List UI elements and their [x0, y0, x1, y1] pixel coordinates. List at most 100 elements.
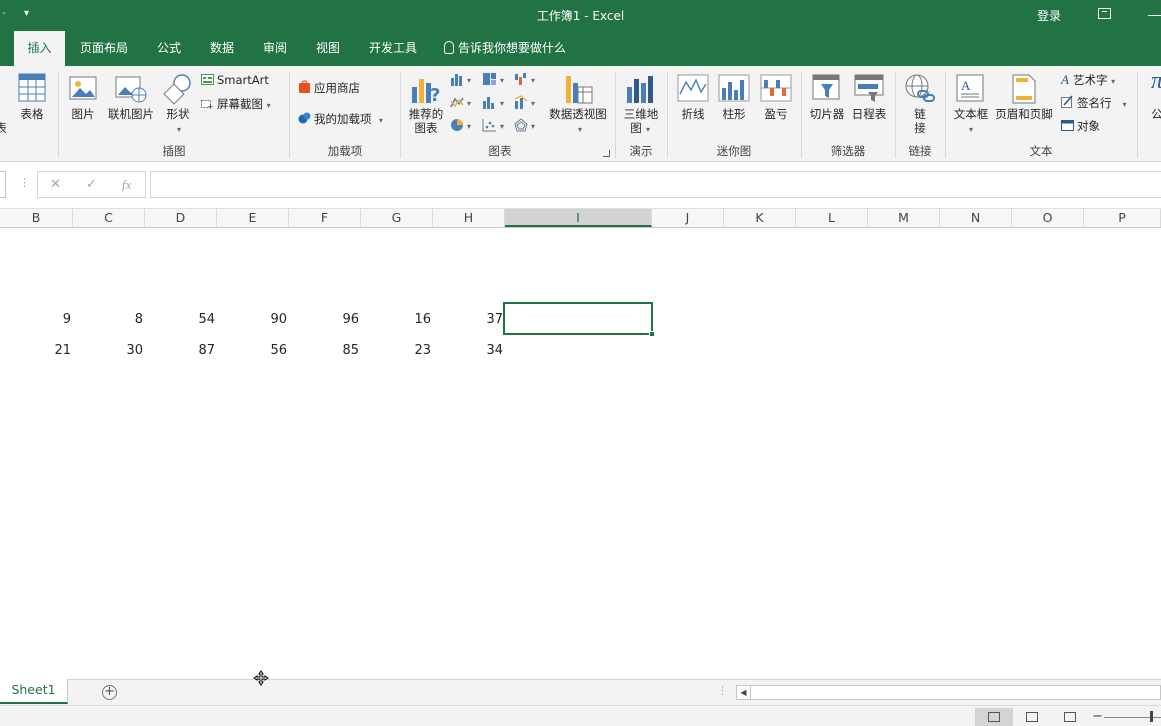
tab-view[interactable]: 视图: [305, 31, 351, 66]
scroll-splitter-icon[interactable]: ⋮: [717, 684, 728, 697]
formula-input[interactable]: [150, 171, 1161, 198]
tab-insert[interactable]: 插入: [14, 31, 65, 66]
column-header-h[interactable]: H: [433, 209, 505, 227]
cell[interactable]: 56: [217, 341, 289, 361]
cell[interactable]: 16: [361, 310, 433, 330]
cell[interactable]: 8: [73, 310, 145, 330]
shapes-dropdown-icon[interactable]: ▾: [174, 123, 184, 137]
cell[interactable]: 85: [289, 341, 361, 361]
page-break-view-button[interactable]: [1051, 708, 1089, 726]
shapes-button[interactable]: 形状: [161, 107, 195, 121]
tab-page-layout[interactable]: 页面布局: [70, 31, 138, 66]
column-header-d[interactable]: D: [145, 209, 217, 227]
tab-developer[interactable]: 开发工具: [360, 31, 426, 66]
textbox-dropdown-icon[interactable]: ▾: [966, 123, 976, 137]
column-chart-icon[interactable]: ▾: [450, 72, 478, 86]
fill-handle[interactable]: [649, 331, 655, 337]
sparkline-line-button[interactable]: 折线: [675, 107, 711, 121]
timeline-button[interactable]: 日程表: [849, 107, 889, 121]
recommended-charts-line1[interactable]: 推荐的: [405, 107, 447, 121]
header-footer-button[interactable]: 页眉和页脚: [992, 107, 1056, 121]
column-header-p[interactable]: P: [1084, 209, 1161, 227]
pie-chart-icon[interactable]: ▾: [450, 118, 478, 132]
column-header-c[interactable]: C: [73, 209, 145, 227]
recommended-charts-line2[interactable]: 图表: [405, 121, 447, 135]
object-button[interactable]: 对象: [1061, 118, 1100, 134]
selected-cell[interactable]: [503, 302, 655, 337]
insert-function-icon[interactable]: fx: [122, 177, 131, 193]
scroll-left-icon[interactable]: ◀: [737, 686, 751, 699]
scatter-chart-icon[interactable]: ▾: [482, 118, 510, 132]
column-header-l[interactable]: L: [796, 209, 868, 227]
zoom-out-icon[interactable]: −: [1092, 709, 1103, 724]
normal-view-button[interactable]: [975, 708, 1013, 726]
sparkline-winloss-button[interactable]: 盈亏: [758, 107, 794, 121]
hierarchy-chart-icon[interactable]: ▾: [482, 72, 510, 86]
page-layout-view-button[interactable]: [1013, 708, 1051, 726]
column-header-o[interactable]: O: [1012, 209, 1084, 227]
3d-map-line1[interactable]: 三维地: [621, 107, 661, 121]
waterfall-chart-icon[interactable]: ▾: [514, 72, 542, 86]
cell[interactable]: 87: [145, 341, 217, 361]
column-header-n[interactable]: N: [940, 209, 1012, 227]
column-header-m[interactable]: M: [868, 209, 940, 227]
login-button[interactable]: 登录: [1037, 7, 1061, 24]
tab-review[interactable]: 审阅: [252, 31, 298, 66]
picture-button[interactable]: 图片: [67, 107, 99, 121]
link-line2[interactable]: 接: [910, 121, 930, 135]
smartart-button[interactable]: SmartArt: [201, 73, 269, 87]
column-header-k[interactable]: K: [724, 209, 796, 227]
add-sheet-icon[interactable]: +: [102, 685, 117, 700]
cancel-icon[interactable]: ✕: [50, 177, 61, 192]
online-picture-button[interactable]: 联机图片: [105, 107, 157, 121]
column-header-g[interactable]: G: [361, 209, 433, 227]
enter-icon[interactable]: ✓: [86, 177, 97, 192]
cell[interactable]: 34: [433, 341, 505, 361]
cell[interactable]: 30: [73, 341, 145, 361]
formula-bar-splitter-icon[interactable]: ⋮: [19, 176, 30, 189]
cell[interactable]: 9: [0, 310, 73, 330]
column-header-j[interactable]: J: [652, 209, 724, 227]
tab-formulas[interactable]: 公式: [146, 31, 192, 66]
link-line1[interactable]: 链: [910, 107, 930, 121]
cell[interactable]: 54: [145, 310, 217, 330]
ribbon-display-options-icon[interactable]: [1098, 8, 1111, 19]
table-button[interactable]: 表格: [18, 107, 46, 121]
cell[interactable]: 90: [217, 310, 289, 330]
column-header-e[interactable]: E: [217, 209, 289, 227]
equation-button-partial[interactable]: 公: [1150, 107, 1161, 121]
pivot-chart-dropdown-icon[interactable]: ▾: [575, 123, 585, 137]
statistic-chart-icon[interactable]: ▾: [482, 95, 510, 109]
cell[interactable]: 96: [289, 310, 361, 330]
horizontal-scrollbar[interactable]: ◀: [736, 685, 1161, 700]
column-header-i[interactable]: I: [505, 209, 652, 227]
3d-map-dropdown-icon[interactable]: ▾: [643, 123, 653, 137]
tell-me-search[interactable]: 告诉我你想要做什么: [444, 31, 566, 66]
screenshot-button[interactable]: + 屏幕截图 ▾: [201, 96, 271, 112]
cell[interactable]: 21: [0, 341, 73, 361]
sheet-tab-sheet1[interactable]: Sheet1: [0, 679, 68, 704]
equation-icon[interactable]: π: [1150, 69, 1161, 93]
name-box[interactable]: [0, 171, 6, 198]
tab-data[interactable]: 数据: [199, 31, 245, 66]
sparkline-column-button[interactable]: 柱形: [716, 107, 752, 121]
combo-chart-icon[interactable]: ▾: [514, 95, 542, 109]
cell[interactable]: 23: [361, 341, 433, 361]
signature-line-button[interactable]: 签名行 ▾: [1061, 95, 1126, 111]
zoom-slider-thumb[interactable]: [1150, 711, 1153, 722]
textbox-button[interactable]: 文本框: [950, 107, 992, 121]
minimize-icon[interactable]: [1148, 15, 1161, 16]
column-header-b[interactable]: B: [0, 209, 73, 227]
column-header-f[interactable]: F: [289, 209, 361, 227]
radar-chart-icon[interactable]: ▾: [514, 118, 542, 132]
slicer-button[interactable]: 切片器: [807, 107, 847, 121]
pivottable-button-partial[interactable]: 表: [0, 121, 8, 135]
cell[interactable]: 37: [433, 310, 505, 330]
my-addins-button[interactable]: 我的加载项 ▾: [298, 111, 383, 127]
pivot-chart-button[interactable]: 数据透视图: [546, 107, 610, 121]
wordart-button[interactable]: A 艺术字 ▾: [1061, 72, 1115, 88]
charts-dialog-launcher-icon[interactable]: [603, 150, 610, 157]
line-chart-icon[interactable]: ▾: [450, 95, 478, 109]
header-footer-icon: [1012, 74, 1036, 104]
store-button[interactable]: 应用商店: [298, 80, 360, 96]
